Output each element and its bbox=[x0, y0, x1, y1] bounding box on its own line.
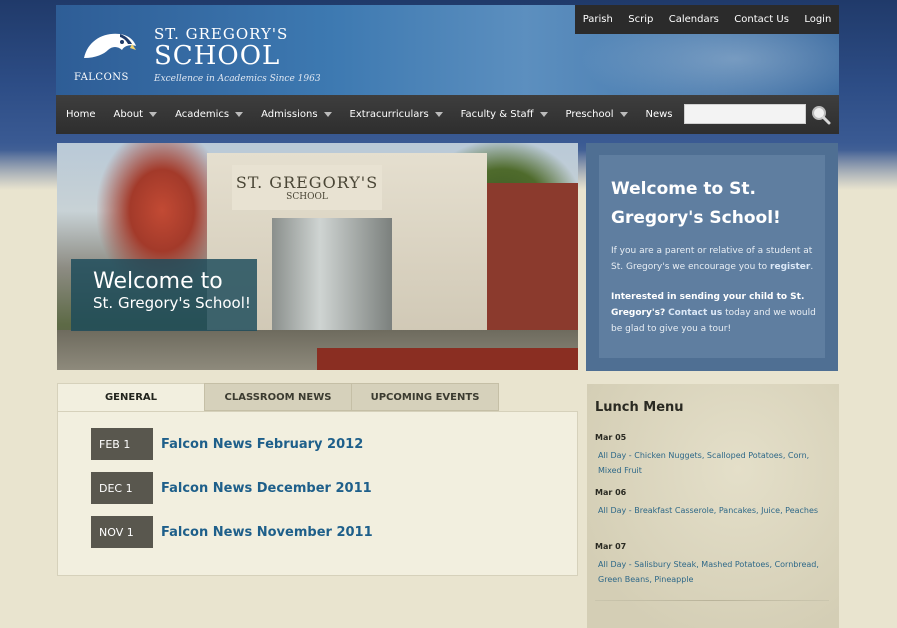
school-logo[interactable]: FALCONS ST. GREGORY'S SCHOOL Excellence … bbox=[74, 22, 321, 92]
nav-item-home[interactable]: Home bbox=[56, 95, 104, 134]
welcome-panel: Welcome to St. Gregory's School! If you … bbox=[586, 143, 838, 371]
date-badge: DEC 1 bbox=[91, 472, 153, 504]
welcome-contact-text: Interested in sending your child to St. … bbox=[611, 289, 819, 337]
nav-label: Extracurriculars bbox=[349, 109, 429, 120]
falcons-label: FALCONS bbox=[74, 72, 129, 83]
nav-item-extracurriculars[interactable]: Extracurriculars bbox=[340, 95, 451, 134]
nav-label: Preschool bbox=[565, 109, 614, 120]
nav-item-news[interactable]: News bbox=[636, 95, 681, 134]
util-link-parish[interactable]: Parish bbox=[583, 14, 613, 25]
lunch-items-link[interactable]: All Day - Breakfast Casserole, Pancakes,… bbox=[598, 503, 820, 518]
util-link-calendars[interactable]: Calendars bbox=[669, 14, 719, 25]
tab-general[interactable]: GENERAL bbox=[57, 383, 205, 411]
caret-down-icon bbox=[235, 112, 244, 117]
nav-label: Home bbox=[66, 109, 96, 120]
magnifier-icon[interactable] bbox=[811, 105, 831, 125]
nav-label: News bbox=[645, 109, 673, 120]
school-name-main: SCHOOL bbox=[154, 41, 281, 71]
lunch-menu-title: Lunch Menu bbox=[595, 400, 684, 415]
nav-label: Academics bbox=[175, 109, 230, 120]
caret-down-icon bbox=[434, 112, 443, 117]
date-badge: FEB 1 bbox=[91, 428, 153, 460]
news-link[interactable]: Falcon News November 2011 bbox=[161, 525, 373, 540]
list-item: NOV 1 Falcon News November 2011 bbox=[91, 516, 373, 548]
lunch-items-link[interactable]: All Day - Chicken Nuggets, Scalloped Pot… bbox=[598, 448, 820, 478]
caret-down-icon bbox=[539, 112, 548, 117]
hero-caption-title: Welcome to bbox=[93, 269, 223, 294]
utility-nav: Parish Scrip Calendars Contact Us Login bbox=[575, 5, 839, 34]
lunch-date: Mar 06 bbox=[595, 488, 627, 497]
news-link[interactable]: Falcon News February 2012 bbox=[161, 437, 363, 452]
building-sign-line2: SCHOOL bbox=[286, 192, 328, 202]
util-link-contact-us[interactable]: Contact Us bbox=[734, 14, 789, 25]
nav-item-faculty-staff[interactable]: Faculty & Staff bbox=[451, 95, 556, 134]
list-item: DEC 1 Falcon News December 2011 bbox=[91, 472, 372, 504]
welcome-register-text: If you are a parent or relative of a stu… bbox=[611, 243, 819, 275]
contact-us-link[interactable]: Contact us bbox=[668, 308, 722, 318]
brick-wall bbox=[482, 183, 578, 343]
tab-upcoming-events[interactable]: UPCOMING EVENTS bbox=[351, 383, 499, 411]
school-tagline: Excellence in Academics Since 1963 bbox=[154, 74, 321, 84]
hero-caption-subtitle: St. Gregory's School! bbox=[93, 294, 251, 312]
welcome-card: Welcome to St. Gregory's School! If you … bbox=[599, 155, 825, 358]
glass-entrance bbox=[272, 218, 392, 343]
search-input[interactable] bbox=[684, 104, 806, 124]
lunch-date: Mar 05 bbox=[595, 433, 627, 442]
news-tabs: GENERAL CLASSROOM NEWS UPCOMING EVENTS bbox=[57, 383, 499, 411]
flower-bed bbox=[317, 348, 578, 370]
nav-item-academics[interactable]: Academics bbox=[165, 95, 251, 134]
caret-down-icon bbox=[323, 112, 332, 117]
welcome-p1-end: . bbox=[810, 262, 814, 272]
nav-item-preschool[interactable]: Preschool bbox=[556, 95, 636, 134]
building-sign: ST. GREGORY'S SCHOOL bbox=[232, 165, 382, 210]
nav-item-about[interactable]: About bbox=[104, 95, 166, 134]
news-link[interactable]: Falcon News December 2011 bbox=[161, 481, 372, 496]
building-sign-line1: ST. GREGORY'S bbox=[235, 173, 379, 192]
divider bbox=[595, 600, 829, 601]
nav-label: Admissions bbox=[261, 109, 318, 120]
nav-label: About bbox=[113, 109, 144, 120]
caret-down-icon bbox=[149, 112, 158, 117]
nav-label: Faculty & Staff bbox=[460, 109, 534, 120]
lunch-items-link[interactable]: All Day - Salisbury Steak, Mashed Potato… bbox=[598, 557, 820, 587]
falcon-head-icon bbox=[84, 33, 136, 58]
list-item: FEB 1 Falcon News February 2012 bbox=[91, 428, 363, 460]
util-link-scrip[interactable]: Scrip bbox=[628, 14, 653, 25]
lunch-date: Mar 07 bbox=[595, 542, 627, 551]
date-badge: NOV 1 bbox=[91, 516, 153, 548]
welcome-title: Welcome to St. Gregory's School! bbox=[611, 179, 781, 228]
tab-classroom-news[interactable]: CLASSROOM NEWS bbox=[204, 383, 352, 411]
hero-caption: Welcome to St. Gregory's School! bbox=[71, 259, 257, 331]
nav-item-admissions[interactable]: Admissions bbox=[251, 95, 339, 134]
util-link-login[interactable]: Login bbox=[804, 14, 831, 25]
hero-image[interactable]: ST. GREGORY'S SCHOOL Welcome to St. Greg… bbox=[57, 143, 578, 370]
caret-down-icon bbox=[619, 112, 628, 117]
news-panel: FEB 1 Falcon News February 2012 DEC 1 Fa… bbox=[57, 411, 578, 576]
register-link[interactable]: register bbox=[770, 262, 810, 272]
lunch-menu-panel: Lunch Menu Mar 05 All Day - Chicken Nugg… bbox=[587, 384, 839, 628]
